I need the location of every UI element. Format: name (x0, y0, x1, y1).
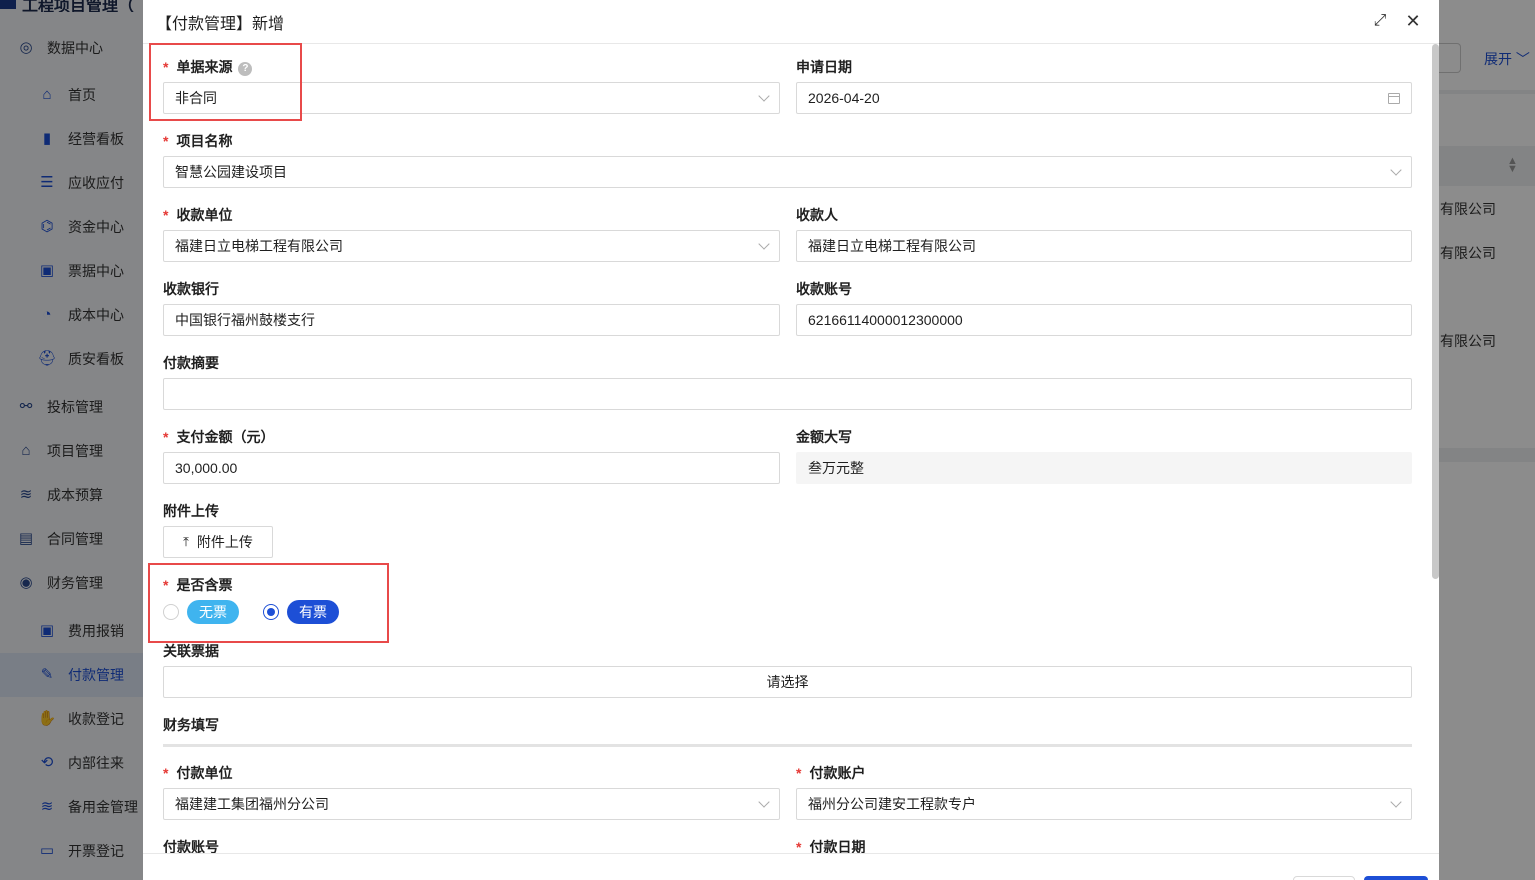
related-invoice-label: 关联票据 (163, 643, 219, 659)
payee-bank-input[interactable]: 中国银行福州鼓楼支行 (163, 304, 780, 336)
payment-create-dialog: 【付款管理】新增 ⤢ ✕ * 单据来源? 非合同 申请日期 2026-04-20 … (143, 0, 1439, 880)
upload-icon: ⤒ (183, 534, 189, 549)
highlight-box (149, 43, 302, 121)
chevron-down-icon (758, 795, 770, 808)
finance-section-title: 财务填写 (163, 717, 219, 733)
payee-account-label: 收款账号 (796, 281, 852, 297)
chevron-down-icon (758, 237, 770, 250)
summary-label: 付款摘要 (163, 355, 219, 371)
pay-unit-select[interactable]: 福建建工集团福州分公司 (163, 788, 780, 820)
summary-input[interactable] (163, 378, 1412, 410)
payee-unit-label: * 收款单位 (163, 207, 233, 223)
payee-unit-select[interactable]: 福建日立电梯工程有限公司 (163, 230, 780, 262)
cancel-button[interactable] (1293, 876, 1355, 880)
project-name-label: * 项目名称 (163, 133, 233, 149)
amount-words-display: 叁万元整 (796, 452, 1412, 484)
amount-input[interactable]: 30,000.00 (163, 452, 780, 484)
payee-label: 收款人 (796, 207, 838, 223)
chevron-down-icon (1390, 795, 1402, 808)
close-icon[interactable]: ✕ (1401, 9, 1425, 33)
apply-date-label: 申请日期 (796, 59, 852, 75)
payee-input[interactable]: 福建日立电梯工程有限公司 (796, 230, 1412, 262)
dialog-scrollbar[interactable] (1432, 44, 1439, 579)
chevron-down-icon (1390, 163, 1402, 176)
upload-button[interactable]: ⤒ 附件上传 (163, 526, 273, 558)
chevron-down-icon (758, 89, 770, 102)
project-name-select[interactable]: 智慧公园建设项目 (163, 156, 1412, 188)
highlight-box (148, 563, 389, 643)
pay-account-name-label: * 付款账户 (796, 765, 866, 781)
amount-words-label: 金额大写 (796, 429, 852, 445)
calendar-icon (1388, 92, 1400, 104)
payee-bank-label: 收款银行 (163, 281, 219, 297)
section-divider (163, 744, 1412, 747)
dialog-footer (143, 853, 1439, 880)
pay-account-name-select[interactable]: 福州分公司建安工程款专户 (796, 788, 1412, 820)
submit-button[interactable] (1364, 876, 1428, 880)
amount-label: * 支付金额（元） (163, 429, 275, 445)
pay-unit-label: * 付款单位 (163, 765, 233, 781)
dialog-header: 【付款管理】新增 ⤢ ✕ (143, 0, 1439, 44)
payee-account-input[interactable]: 62166114000012300000 (796, 304, 1412, 336)
attachment-label: 附件上传 (163, 503, 219, 519)
related-invoice-select-button[interactable]: 请选择 (163, 666, 1412, 698)
maximize-icon[interactable]: ⤢ (1368, 9, 1392, 33)
apply-date-picker[interactable]: 2026-04-20 (796, 82, 1412, 114)
dialog-title: 【付款管理】新增 (156, 16, 285, 33)
